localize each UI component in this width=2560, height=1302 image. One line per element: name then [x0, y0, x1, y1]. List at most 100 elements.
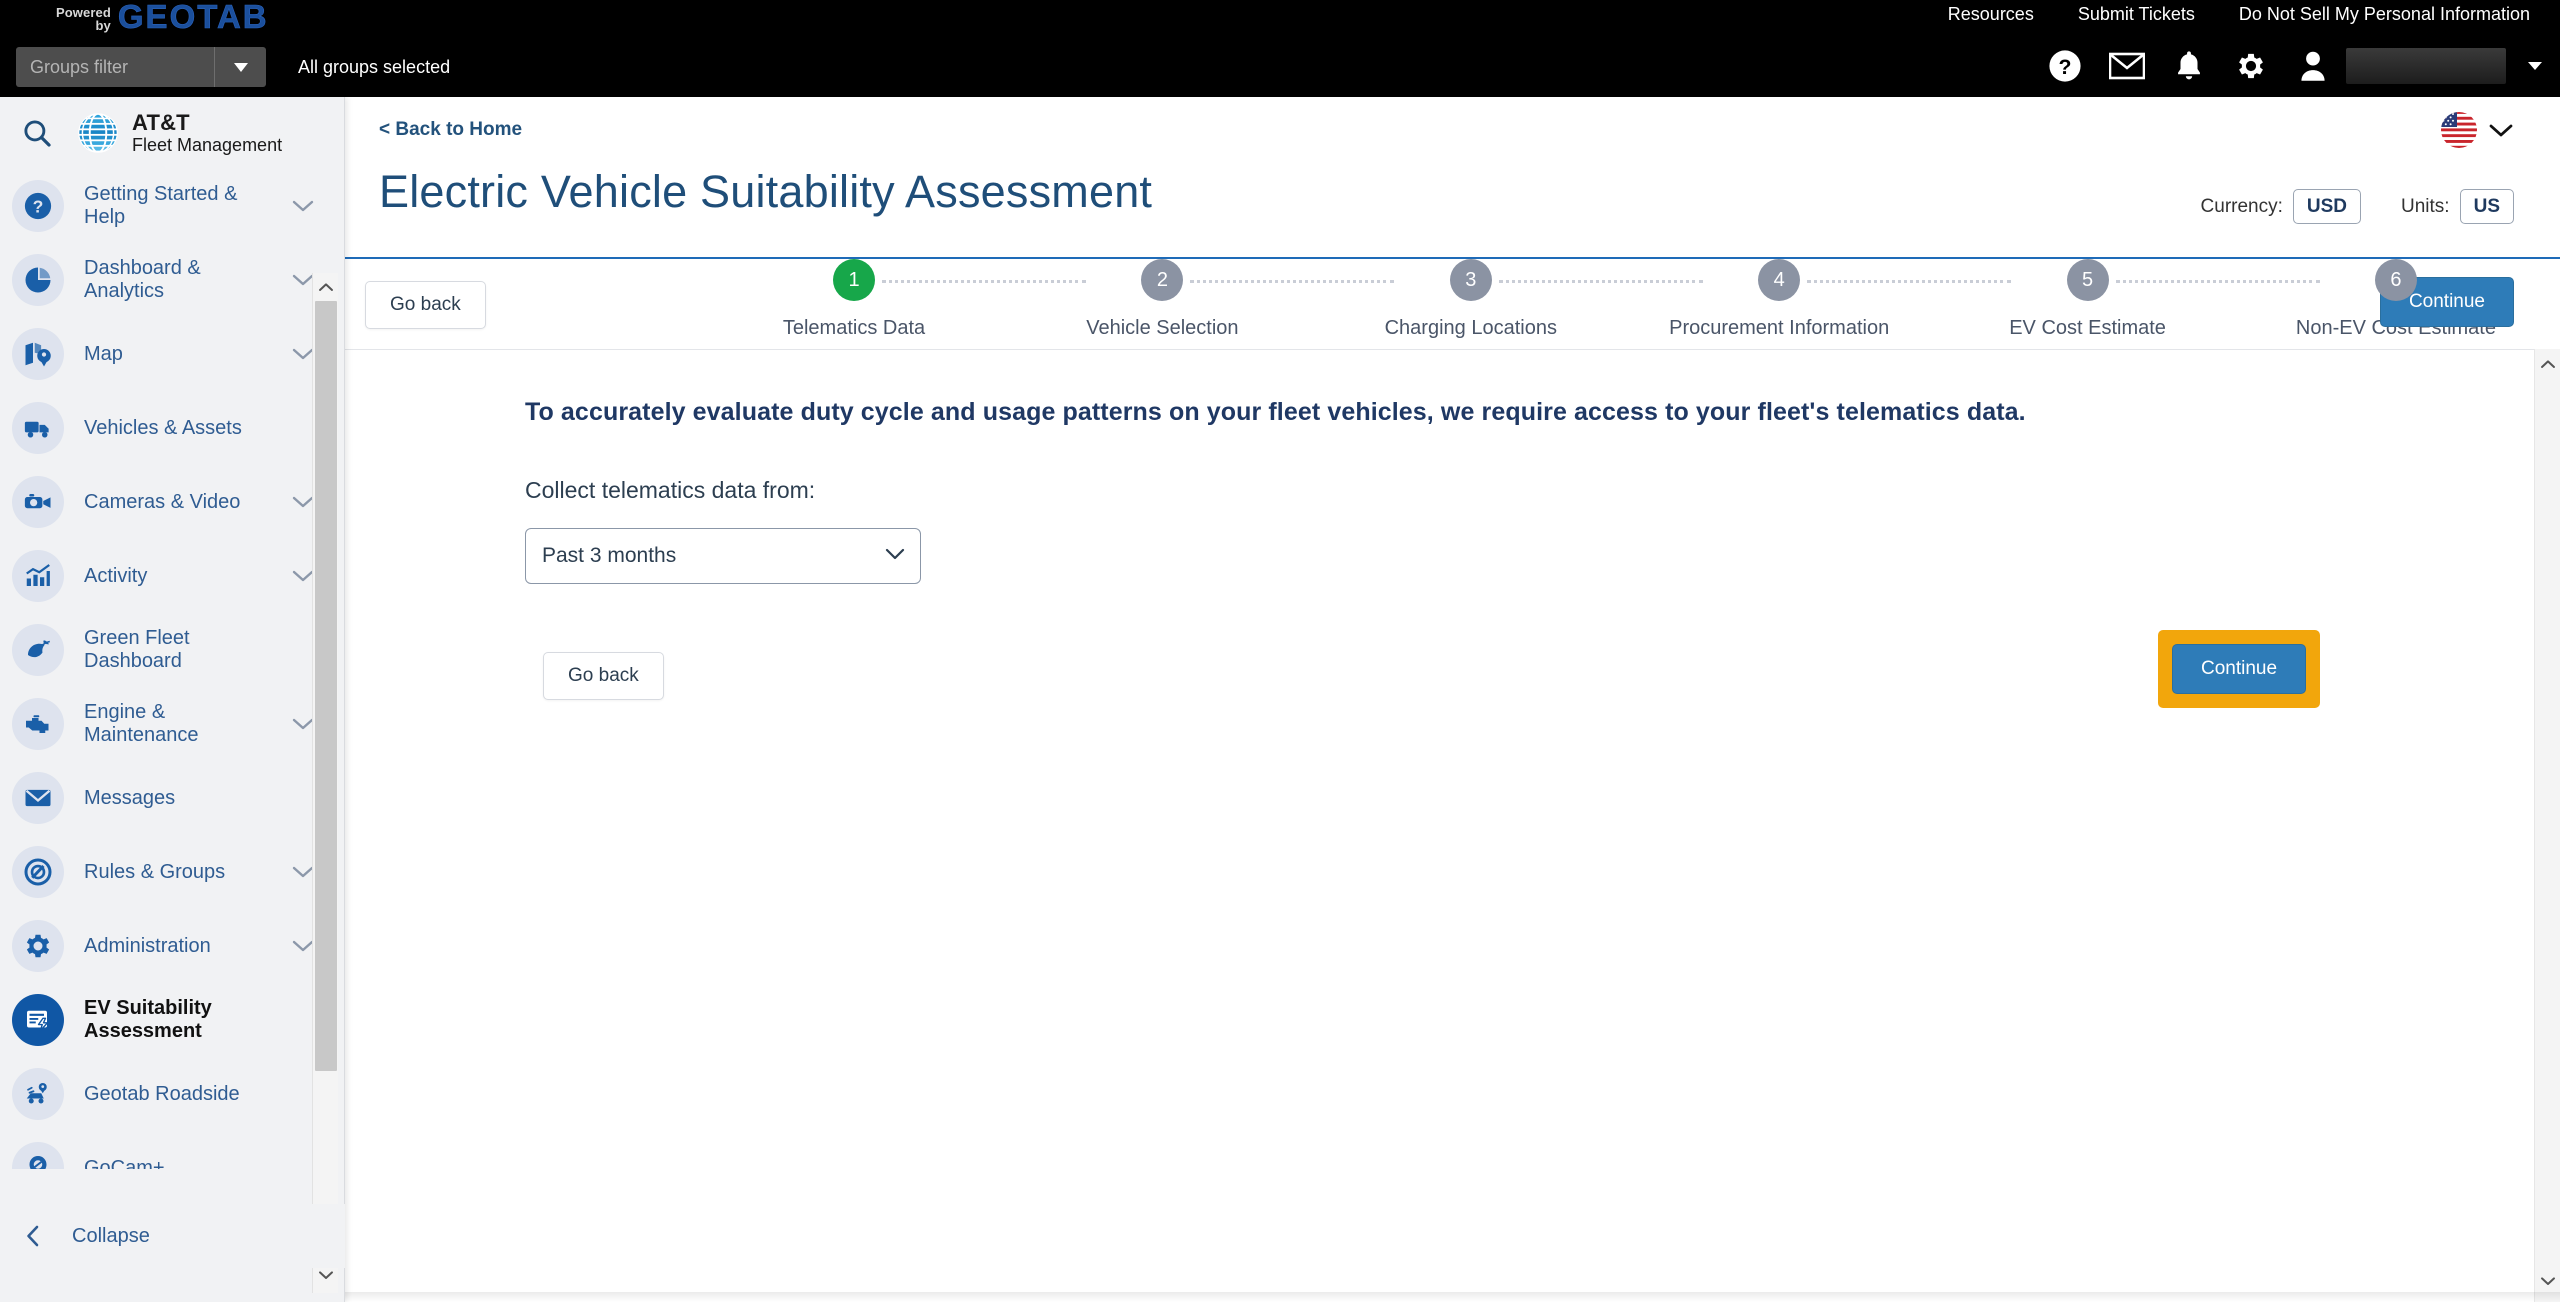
sidebar-item-gocam[interactable]: GoCam+ — [0, 1131, 324, 1169]
step-number: 5 — [2066, 259, 2109, 301]
global-topbar: Powered by GEOTAB Resources Submit Ticke… — [0, 0, 2560, 97]
sidebar-item-label: EV Suitability Assessment — [84, 997, 212, 1042]
sidebar-item-label: Map — [84, 342, 123, 365]
gocam-pin-icon — [12, 1142, 64, 1169]
no-entry-icon — [12, 846, 64, 898]
sidebar-collapse-button[interactable]: Collapse — [0, 1204, 345, 1268]
locale-selector[interactable] — [2201, 111, 2514, 149]
camera-icon — [12, 476, 64, 528]
sidebar-scrollbar-thumb[interactable] — [315, 301, 337, 1071]
chevron-down-icon — [233, 62, 248, 72]
att-globe-icon — [78, 113, 118, 153]
page-header: < Back to Home Electric Vehicle Suitabil… — [345, 97, 2560, 257]
wizard-step-1[interactable]: 1 Telematics Data — [724, 259, 1086, 351]
wizard-toolbar: Go back 1 Telematics Data 2 Vehicle Selecti… — [345, 259, 2560, 351]
truck-icon — [12, 402, 64, 454]
step-number: 3 — [1449, 259, 1492, 301]
groups-selected-status: All groups selected — [298, 56, 451, 77]
att-fleet-management-logo: AT&T Fleet Management — [76, 110, 283, 156]
user-menu-chevron-icon[interactable] — [2528, 62, 2542, 70]
sidebar-item-vehicles-assets[interactable]: Vehicles & Assets — [0, 391, 324, 465]
step-label: Vehicle Selection — [1086, 317, 1239, 339]
sidebar-item-label: Geotab Roadside — [84, 1082, 240, 1105]
ev-assessment-icon — [12, 994, 64, 1046]
sidebar-item-dashboard-analytics[interactable]: Dashboard & Analytics — [0, 243, 324, 317]
chevron-down-icon — [885, 548, 905, 560]
powered-by-geotab-logo: Powered by GEOTAB — [56, 0, 269, 34]
sidebar-item-engine-maintenance[interactable]: Engine & Maintenance — [0, 687, 324, 761]
by-text: by — [95, 18, 111, 34]
step-number: 6 — [2374, 259, 2417, 301]
step-number: 2 — [1141, 259, 1184, 301]
envelope-icon — [12, 772, 64, 824]
step-number: 1 — [833, 259, 875, 301]
step-label: Procurement Information — [1669, 317, 1890, 339]
link-submit-tickets[interactable]: Submit Tickets — [2056, 4, 2217, 25]
link-resources[interactable]: Resources — [1926, 4, 2056, 25]
step-label: Charging Locations — [1384, 317, 1557, 339]
mail-icon[interactable] — [2096, 38, 2158, 94]
wizard-step-3[interactable]: 3 Charging Locations — [1341, 259, 1703, 351]
step-label: Telematics Data — [782, 317, 926, 339]
step-connector — [1807, 280, 2012, 283]
sidebar-item-label: Cameras & Video — [84, 490, 241, 513]
scroll-up-icon[interactable] — [2535, 349, 2560, 379]
sidebar-item-green-fleet-dashboard[interactable]: Green Fleet Dashboard — [0, 613, 324, 687]
step-action-row: Go back Continue — [525, 630, 2560, 740]
page-header-controls: Currency: USD Units: US — [2201, 111, 2514, 224]
wizard-step-2[interactable]: 2 Vehicle Selection — [1032, 259, 1395, 351]
sidebar-item-getting-started-help[interactable]: ? Getting Started & Help — [0, 169, 324, 243]
wizard-step-4[interactable]: 4 Procurement Information — [1649, 259, 2012, 351]
sidebar-item-map[interactable]: Map — [0, 317, 324, 391]
sidebar-item-activity[interactable]: Activity — [0, 539, 324, 613]
step-panel-body: To accurately evaluate duty cycle and us… — [345, 350, 2560, 740]
sidebar-item-label: Green Fleet Dashboard — [84, 627, 190, 672]
units-value[interactable]: US — [2459, 189, 2514, 224]
map-pin-icon — [12, 328, 64, 380]
link-do-not-sell[interactable]: Do Not Sell My Personal Information — [2217, 4, 2548, 25]
sidebar-item-administration[interactable]: Administration — [0, 909, 324, 983]
go-back-button[interactable]: Go back — [543, 652, 664, 700]
sidebar-item-messages[interactable]: Messages — [0, 761, 324, 835]
search-icon[interactable] — [20, 116, 54, 150]
sidebar-item-label: Dashboard & Analytics — [84, 257, 201, 302]
continue-button[interactable]: Continue — [2172, 644, 2307, 694]
chevron-down-icon[interactable] — [2488, 122, 2514, 138]
continue-button-highlight: Continue — [2158, 630, 2321, 708]
sidebar-scroll-area: ? Getting Started & Help Dashboard & Analy… — [0, 169, 345, 1293]
sidebar-nav-list: ? Getting Started & Help Dashboard & Analy… — [0, 169, 324, 1169]
bell-icon[interactable] — [2158, 38, 2220, 94]
sidebar-item-geotab-roadside[interactable]: Geotab Roadside — [0, 1057, 324, 1131]
sidebar-item-rules-groups[interactable]: Rules & Groups — [0, 835, 324, 909]
sidebar-item-label: GoCam+ — [84, 1156, 165, 1170]
sidebar-item-cameras-video[interactable]: Cameras & Video — [0, 465, 324, 539]
svg-text:?: ? — [2059, 55, 2072, 79]
currency-label: Currency: — [2200, 195, 2283, 217]
left-sidebar: AT&T Fleet Management ? Getting Started &… — [0, 97, 345, 1302]
user-icon[interactable] — [2282, 38, 2344, 94]
help-circle-icon: ? — [12, 180, 64, 232]
chevron-down-icon[interactable] — [282, 199, 324, 213]
groups-filter-dropdown-button[interactable] — [214, 47, 266, 87]
sidebar-item-label: Messages — [84, 786, 176, 809]
go-back-button-top[interactable]: Go back — [365, 281, 486, 329]
groups-filter[interactable]: Groups filter — [16, 47, 266, 87]
back-to-home-link[interactable]: < Back to Home — [379, 119, 522, 141]
help-icon[interactable]: ? — [2034, 38, 2096, 94]
currency-value[interactable]: USD — [2292, 189, 2362, 224]
pie-chart-icon — [12, 254, 64, 306]
groups-filter-input[interactable]: Groups filter — [16, 47, 214, 87]
timeframe-select-wrap: Past 3 months — [525, 528, 921, 584]
brand-line-2: Fleet Management — [132, 135, 283, 156]
username-field[interactable] — [2346, 48, 2506, 84]
sidebar-item-ev-suitability-assessment[interactable]: EV Suitability Assessment — [0, 983, 324, 1057]
sidebar-scrollbar[interactable] — [312, 273, 338, 1293]
gear-icon[interactable] — [2220, 38, 2282, 94]
scroll-up-icon[interactable] — [313, 273, 338, 301]
timeframe-select[interactable]: Past 3 months — [525, 528, 921, 584]
content-scrollbar[interactable] — [2534, 349, 2560, 1302]
collect-data-label: Collect telematics data from: — [525, 477, 816, 503]
chevron-left-icon — [27, 1225, 39, 1247]
step-connector — [1190, 280, 1395, 283]
wizard-step-5[interactable]: 5 EV Cost Estimate — [1958, 259, 2320, 351]
